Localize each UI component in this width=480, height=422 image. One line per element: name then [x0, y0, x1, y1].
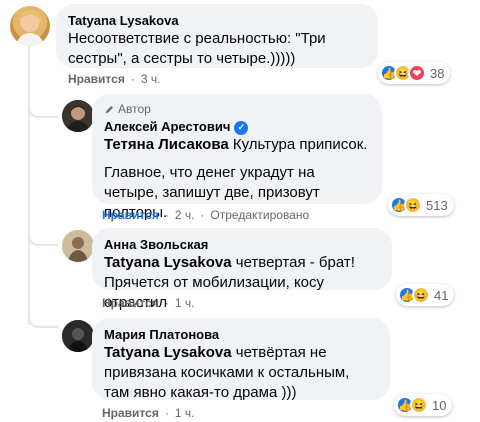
mention-link[interactable]: Tatyana Lysakova [104, 254, 232, 271]
comment-actions: Нравится · 3 ч. [68, 72, 160, 86]
mention-link[interactable]: Тетяна Лисакова [104, 136, 229, 153]
comment-actions: Нравится · 1 ч. [102, 406, 194, 420]
reactions-summary[interactable]: 👍 😆 ❤ 38 [378, 62, 451, 84]
comment-time[interactable]: 1 ч. [175, 296, 195, 310]
reactions-summary[interactable]: 👍 😆 41 [396, 284, 455, 306]
mention-link[interactable]: Tatyana Lysakova [104, 344, 232, 361]
separator-dot: · [200, 208, 205, 222]
separator-dot: · [164, 406, 169, 420]
comment-time[interactable]: 1 ч. [175, 406, 195, 420]
comment-text: Тетяна Лисакова Культура приписок. [104, 135, 370, 155]
avatar[interactable] [62, 320, 94, 352]
separator-dot: · [130, 72, 135, 86]
reactions-count: 513 [426, 197, 448, 213]
author-badge: Автор [104, 102, 370, 116]
avatar-portrait-icon [62, 100, 94, 132]
reply-branch [28, 210, 58, 246]
comment-author[interactable]: Анна Звольская [104, 236, 380, 253]
comment-time[interactable]: 2 ч. [175, 208, 195, 222]
reactions-summary[interactable]: 👍 😆 10 [394, 394, 453, 416]
comment-text-line: Культура приписок. [232, 136, 368, 153]
comment-bubble: Автор Алексей Арестович ✓ Тетяна Лисакова… [92, 94, 382, 221]
verified-badge-icon: ✓ [234, 120, 249, 135]
comment-time[interactable]: 3 ч. [141, 72, 161, 86]
separator-dot: · [164, 296, 169, 310]
reactions-count: 38 [430, 65, 445, 81]
like-button[interactable]: Нравится [68, 72, 125, 86]
avatar[interactable] [62, 100, 94, 132]
haha-reaction-icon: 😆 [404, 196, 422, 214]
love-reaction-icon: ❤ [408, 64, 426, 82]
reactions-count: 10 [432, 397, 447, 413]
like-button[interactable]: Нравится [102, 406, 159, 420]
comment-author[interactable]: Tatyana Lysakova [68, 12, 366, 29]
comment-bubble: Tatyana Lysakova Несоответствие с реальн… [56, 4, 378, 68]
comment-text: Tatyana Lysakova четвёртая не привязана … [104, 343, 378, 403]
reply-branch [28, 300, 58, 328]
reactions-count: 41 [434, 287, 449, 303]
avatar-portrait-icon [16, 9, 44, 46]
thread-line [28, 40, 30, 325]
reactions-summary[interactable]: 👍 😆 513 [388, 194, 454, 216]
author-badge-label: Автор [118, 102, 151, 116]
comment-bubble: Анна Звольская Tatyana Lysakova четверта… [92, 228, 392, 311]
comment-actions: Нравится · 1 ч. [102, 296, 194, 310]
haha-reaction-icon: 😆 [410, 396, 428, 414]
avatar-portrait-icon [62, 230, 94, 262]
comment-bubble: Мария Платонова Tatyana Lysakova четвёрт… [92, 318, 390, 403]
separator-dot: · [164, 208, 169, 222]
avatar[interactable] [10, 6, 50, 46]
like-button[interactable]: Нравится [102, 208, 159, 222]
comment-author[interactable]: Мария Платонова [104, 326, 378, 343]
like-button[interactable]: Нравится [102, 296, 159, 310]
reply-branch [28, 92, 58, 118]
haha-reaction-icon: 😆 [412, 286, 430, 304]
comment-text: Несоответствие с реальностью: "Три сестр… [68, 30, 326, 67]
comment-author: Алексей Арестович ✓ [104, 118, 370, 135]
comment-actions: Нравится · 2 ч. · Отредактировано [102, 208, 309, 222]
edited-label[interactable]: Отредактировано [210, 208, 309, 222]
comment-author-name[interactable]: Алексей Арестович [104, 119, 230, 134]
avatar[interactable] [62, 230, 94, 262]
avatar-portrait-icon [62, 320, 94, 352]
pencil-icon [105, 105, 113, 113]
